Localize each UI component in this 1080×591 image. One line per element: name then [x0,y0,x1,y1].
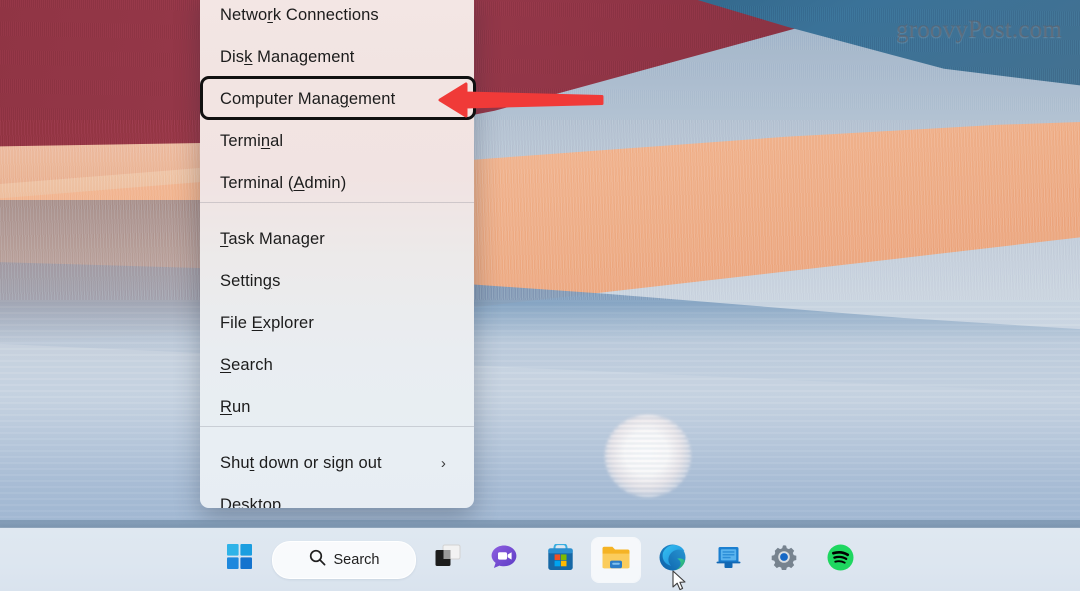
winx-menu-item-label: Terminal (Admin) [220,173,347,192]
remote-desktop-icon [715,545,742,575]
winx-menu-item-label: Task Manager [220,229,325,248]
search-icon [309,549,326,570]
winx-menu-item-terminal[interactable]: Terminal [200,126,474,156]
winx-menu-separator [200,426,474,427]
winx-menu-item-file-explorer[interactable]: File Explorer [200,308,474,338]
winx-menu-item-network-connections[interactable]: Network Connections [200,0,474,30]
winx-menu-item-label: Terminal [220,131,284,150]
taskbar-task-view-button[interactable] [424,538,472,582]
winx-menu-item-settings[interactable]: Settings [200,266,474,296]
taskbar-settings-button[interactable] [760,538,808,582]
winx-menu-item-label: Search [220,355,273,374]
winx-menu-item-label: Computer Management [220,89,396,108]
winx-menu-item-shut-down-or-sign-out[interactable]: Shut down or sign out › [200,448,474,478]
mouse-cursor [672,570,688,591]
taskbar-remote-desktop-button[interactable] [704,538,752,582]
winx-menu-item-label: Settings [220,271,281,290]
taskbar-microsoft-store-button[interactable] [536,538,584,582]
file-explorer-icon [601,544,631,575]
winx-menu-item-disk-management[interactable]: Disk Management [200,42,474,72]
microsoft-store-icon [547,542,574,576]
annotation-arrow [432,78,608,122]
winx-menu-item-desktop[interactable]: Desktop [200,490,474,509]
gear-icon [771,544,797,575]
chat-icon [490,544,518,575]
taskbar-spotify-button[interactable] [816,538,864,582]
taskbar-file-explorer-button[interactable] [592,537,640,582]
taskbar: Search [0,520,1080,591]
winx-menu-item-label: Desktop [220,495,282,509]
winx-menu-item-label: Run [220,397,251,416]
taskbar-search-label: Search [333,551,380,568]
taskbar-chat-button[interactable] [480,538,528,582]
winx-menu-item-label: File Explorer [220,313,314,332]
chevron-right-icon: › [440,454,446,472]
taskbar-search-box[interactable]: Search [272,540,416,579]
windows-logo-icon [227,544,253,575]
task-view-icon [434,544,462,575]
taskbar-start-button[interactable] [216,538,264,582]
winx-menu-item-task-manager[interactable]: Task Manager [200,224,474,254]
winx-menu-item-label: Network Connections [220,5,379,24]
winx-menu-item-run[interactable]: Run [200,392,474,422]
winx-menu-item-search[interactable]: Search [200,350,474,380]
winx-menu-item-label: Disk Management [220,47,355,66]
watermark: groovyPost.com [896,16,1062,43]
desktop-screen: groovyPost.com Network Connections Disk M… [0,0,1080,591]
winx-menu-separator [200,202,474,203]
spotify-icon [827,544,854,576]
winx-quick-link-menu[interactable]: Network Connections Disk Management Comput… [200,0,474,508]
winx-menu-item-terminal-admin[interactable]: Terminal (Admin) [200,168,474,198]
winx-menu-item-label: Shut down or sign out [220,453,382,472]
